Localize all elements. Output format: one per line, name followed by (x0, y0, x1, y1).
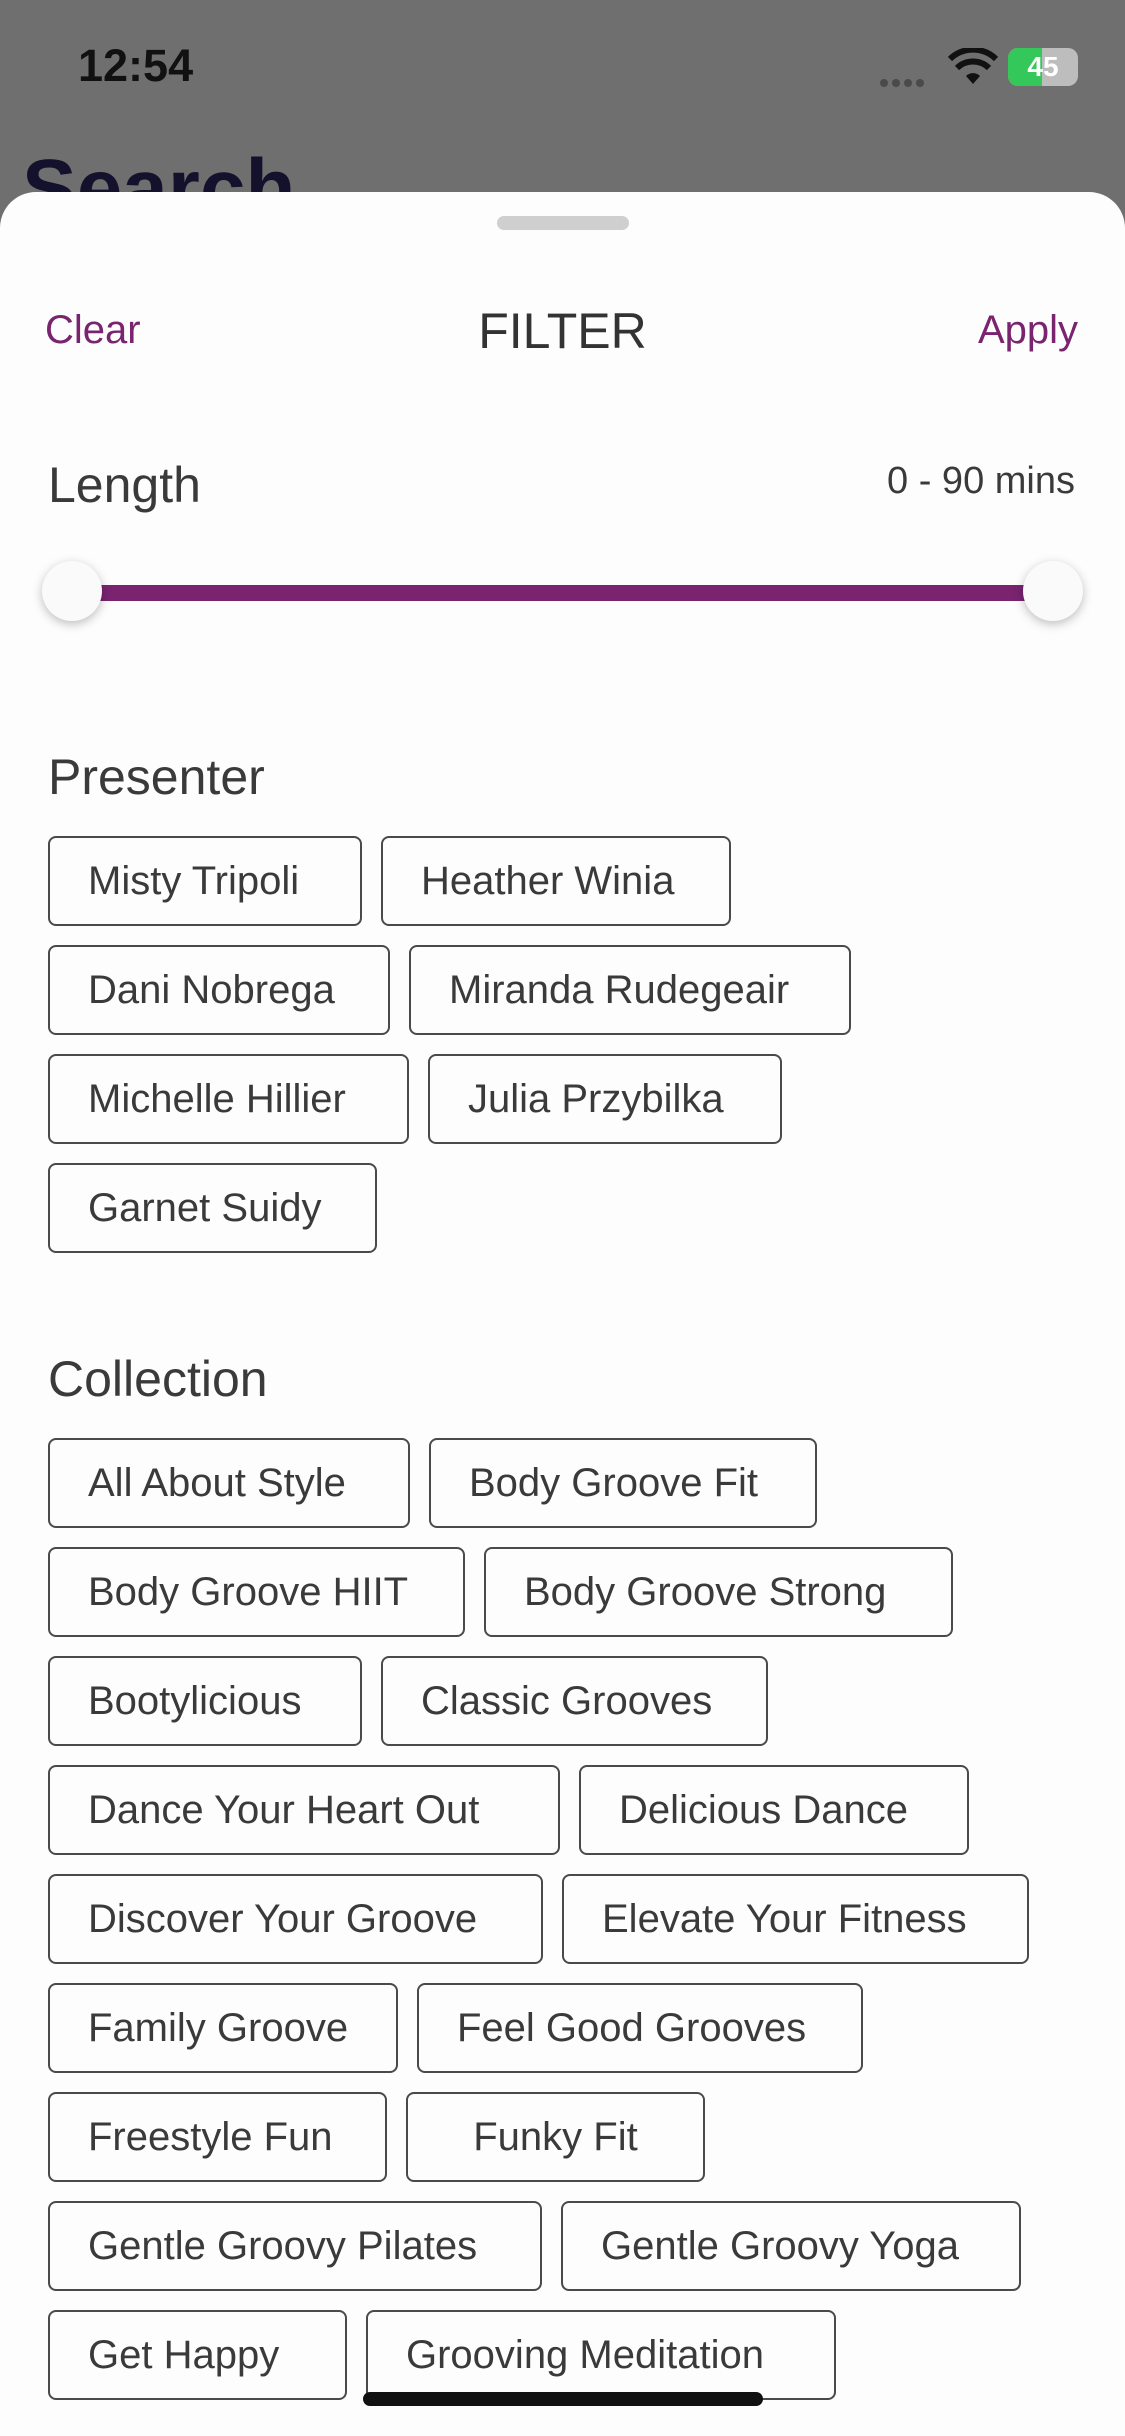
presenter-chips: Misty Tripoli Heather Winia Dani Nobrega… (48, 836, 1088, 1272)
presenter-chip[interactable]: Miranda Rudegeair (409, 945, 851, 1035)
status-time: 12:54 (78, 40, 194, 91)
presenter-chip[interactable]: Julia Przybilka (428, 1054, 782, 1144)
collection-chip[interactable]: Body Groove HIIT (48, 1547, 465, 1637)
home-indicator[interactable] (363, 2392, 763, 2406)
chip-row: Gentle Groovy Pilates Gentle Groovy Yoga (48, 2201, 1088, 2291)
sheet-title: FILTER (478, 303, 647, 359)
chip-row: Michelle Hillier Julia Przybilka (48, 1054, 1088, 1144)
wifi-icon (948, 48, 998, 84)
collection-chip[interactable]: Elevate Your Fitness (562, 1874, 1029, 1964)
collection-chip[interactable]: Family Groove (48, 1983, 398, 2073)
length-slider-track[interactable] (70, 585, 1055, 601)
chip-row: Freestyle Fun Funky Fit (48, 2092, 1088, 2182)
chip-row: All About Style Body Groove Fit (48, 1438, 1088, 1528)
collection-chip[interactable]: Feel Good Grooves (417, 1983, 863, 2073)
presenter-chip[interactable]: Misty Tripoli (48, 836, 362, 926)
status-bar: 12:54 45 (0, 0, 1125, 140)
collection-chip[interactable]: Discover Your Groove (48, 1874, 543, 1964)
apply-button[interactable]: Apply (978, 308, 1078, 353)
cellular-signal-icon (880, 74, 928, 92)
collection-chip[interactable]: Freestyle Fun (48, 2092, 387, 2182)
chip-row: Get Happy Grooving Meditation (48, 2310, 1088, 2400)
collection-label: Collection (48, 1351, 268, 1407)
collection-chip[interactable]: Get Happy (48, 2310, 347, 2400)
battery-icon: 45 (1008, 48, 1078, 86)
collection-chip[interactable]: Dance Your Heart Out (48, 1765, 560, 1855)
collection-chip[interactable]: Body Groove Fit (429, 1438, 817, 1528)
chip-row: Garnet Suidy (48, 1163, 1088, 1253)
length-label: Length (48, 457, 201, 513)
length-slider-max-handle[interactable] (1023, 561, 1083, 621)
chip-row: Dani Nobrega Miranda Rudegeair (48, 945, 1088, 1035)
collection-chip[interactable]: Classic Grooves (381, 1656, 768, 1746)
presenter-chip[interactable]: Dani Nobrega (48, 945, 390, 1035)
length-slider-min-handle[interactable] (42, 561, 102, 621)
collection-chip[interactable]: Grooving Meditation (366, 2310, 836, 2400)
sheet-grabber[interactable] (497, 216, 629, 230)
collection-chip[interactable]: Gentle Groovy Pilates (48, 2201, 542, 2291)
collection-chip[interactable]: Gentle Groovy Yoga (561, 2201, 1021, 2291)
chip-row: Dance Your Heart Out Delicious Dance (48, 1765, 1088, 1855)
collection-chip[interactable]: All About Style (48, 1438, 410, 1528)
length-value: 0 - 90 mins (887, 460, 1075, 502)
chip-row: Misty Tripoli Heather Winia (48, 836, 1088, 926)
collection-chip[interactable]: Body Groove Strong (484, 1547, 953, 1637)
chip-row: Discover Your Groove Elevate Your Fitnes… (48, 1874, 1088, 1964)
chip-row: Bootylicious Classic Grooves (48, 1656, 1088, 1746)
presenter-chip[interactable]: Michelle Hillier (48, 1054, 409, 1144)
collection-chips: All About Style Body Groove Fit Body Gro… (48, 1438, 1088, 2419)
chip-row: Body Groove HIIT Body Groove Strong (48, 1547, 1088, 1637)
filter-sheet: Clear FILTER Apply Length 0 - 90 mins Pr… (0, 192, 1125, 2436)
presenter-label: Presenter (48, 749, 265, 805)
collection-chip[interactable]: Funky Fit (406, 2092, 705, 2182)
collection-chip[interactable]: Bootylicious (48, 1656, 362, 1746)
presenter-chip[interactable]: Garnet Suidy (48, 1163, 377, 1253)
battery-level: 45 (1027, 51, 1059, 82)
collection-chip[interactable]: Delicious Dance (579, 1765, 969, 1855)
chip-row: Family Groove Feel Good Grooves (48, 1983, 1088, 2073)
presenter-chip[interactable]: Heather Winia (381, 836, 731, 926)
